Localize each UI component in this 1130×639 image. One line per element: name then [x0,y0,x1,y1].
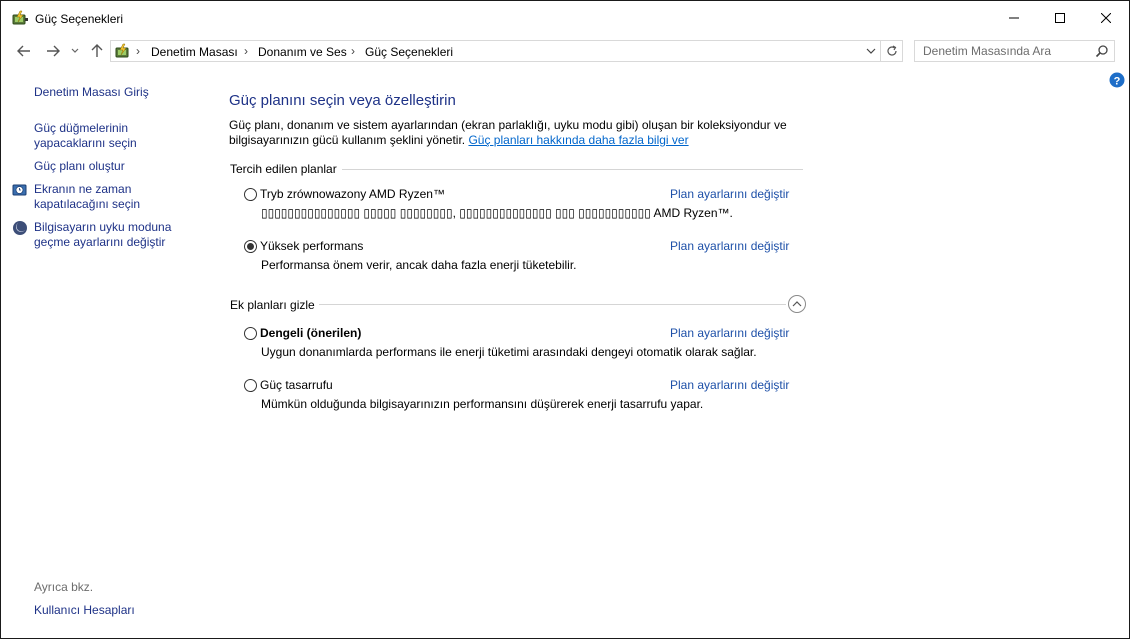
plan-description: Mümkün olduğunda bilgisayarınızın perfor… [261,397,704,411]
page-description: Güç planı, donanım ve sistem ayarlarında… [229,118,809,148]
search-icon[interactable] [1095,44,1109,58]
arrow-left-icon [17,45,30,57]
change-plan-settings-link[interactable]: Plan ayarlarını değiştir [670,326,789,340]
plan-name[interactable]: Tryb zrównowazony AMD Ryzen™ [260,187,445,201]
breadcrumb-power-options[interactable]: Güç Seçenekleri [365,45,453,59]
recent-locations-button[interactable] [67,41,83,61]
sidebar-item-sleep-settings[interactable]: Bilgisayarın uyku moduna geçme ayarların… [34,220,194,250]
sidebar-item-display-off[interactable]: Ekranın ne zaman kapatılacağını seçin [34,182,164,212]
plan-radio-power-saver[interactable] [244,379,257,392]
collapse-extra-plans-button[interactable] [788,295,806,313]
power-plans-info-link[interactable]: Güç planları hakkında daha fazla bilgi v… [468,133,688,147]
svg-text:?: ? [1114,75,1121,87]
address-dropdown-button[interactable] [863,43,879,59]
navigation-bar: › Denetim Masası › Donanım ve Ses › Güç … [1,35,1129,67]
help-icon[interactable]: ? [1109,72,1125,88]
refresh-icon [886,45,897,56]
maximize-icon [1055,13,1065,23]
search-input[interactable] [915,41,1093,61]
minimize-icon [1009,17,1019,19]
preferred-plans-heading: Tercih edilen planlar [230,162,337,176]
plan-description: Performansa önem verir, ancak daha fazla… [261,258,577,272]
change-plan-settings-link[interactable]: Plan ayarlarını değiştir [670,239,789,253]
close-icon [1101,13,1111,23]
power-options-icon [115,43,129,58]
plan-name[interactable]: Yüksek performans [260,239,363,253]
power-options-icon [12,10,28,25]
search-box[interactable] [914,40,1115,62]
refresh-button[interactable] [881,40,903,62]
forward-button[interactable] [42,41,64,61]
sidebar-item-create-power-plan[interactable]: Güç planı oluştur [34,159,125,174]
breadcrumb-separator[interactable]: › [136,44,140,58]
change-plan-settings-link[interactable]: Plan ayarlarını değiştir [670,378,789,392]
address-bar[interactable]: › Denetim Masası › Donanım ve Ses › Güç … [110,40,881,62]
plan-name[interactable]: Güç tasarrufu [260,378,333,392]
section-divider [319,304,786,305]
chevron-down-icon [866,48,876,54]
plan-description: Uygun donanımlarda performans ile enerji… [261,345,757,359]
breadcrumb-separator[interactable]: › [351,44,355,58]
hide-extra-plans-heading[interactable]: Ek planları gizle [230,298,315,312]
sidebar-item-control-panel-home[interactable]: Denetim Masası Giriş [34,85,149,100]
breadcrumb-separator[interactable]: › [244,44,248,58]
arrow-up-icon [91,44,103,57]
sidebar-item-power-buttons[interactable]: Güç düğmelerinin yapacaklarını seçin [34,121,164,151]
plan-name[interactable]: Dengeli (önerilen) [260,326,361,340]
sleep-moon-icon [13,221,27,235]
change-plan-settings-link[interactable]: Plan ayarlarını değiştir [670,187,789,201]
plan-description: ▯▯▯▯▯▯▯▯▯▯▯▯▯▯▯ ▯▯▯▯▯ ▯▯▯▯▯▯▯▯, ▯▯▯▯▯▯▯▯… [261,206,733,220]
breadcrumb-hardware-sound[interactable]: Donanım ve Ses [258,45,347,59]
plan-radio-high-performance[interactable] [244,240,257,253]
arrow-right-icon [47,45,60,57]
section-divider [342,169,803,170]
see-also-label: Ayrıca bkz. [34,580,94,594]
display-timer-icon [12,184,27,196]
minimize-button[interactable] [991,1,1037,35]
sidebar-item-user-accounts[interactable]: Kullanıcı Hesapları [34,603,135,618]
breadcrumb-control-panel[interactable]: Denetim Masası [151,45,238,59]
page-title: Güç planını seçin veya özelleştirin [229,92,456,109]
back-button[interactable] [13,41,35,61]
chevron-up-icon [792,301,802,307]
maximize-button[interactable] [1037,1,1083,35]
up-button[interactable] [86,41,108,61]
window-title: Güç Seçenekleri [35,12,124,26]
close-button[interactable] [1083,1,1129,35]
plan-radio-balanced[interactable] [244,327,257,340]
title-bar[interactable]: Güç Seçenekleri [1,1,1129,35]
chevron-down-icon [71,48,79,53]
window: Güç Seçenekleri › Denetim Masası › Donan… [0,0,1130,639]
plan-radio-amd-ryzen-balanced[interactable] [244,188,257,201]
